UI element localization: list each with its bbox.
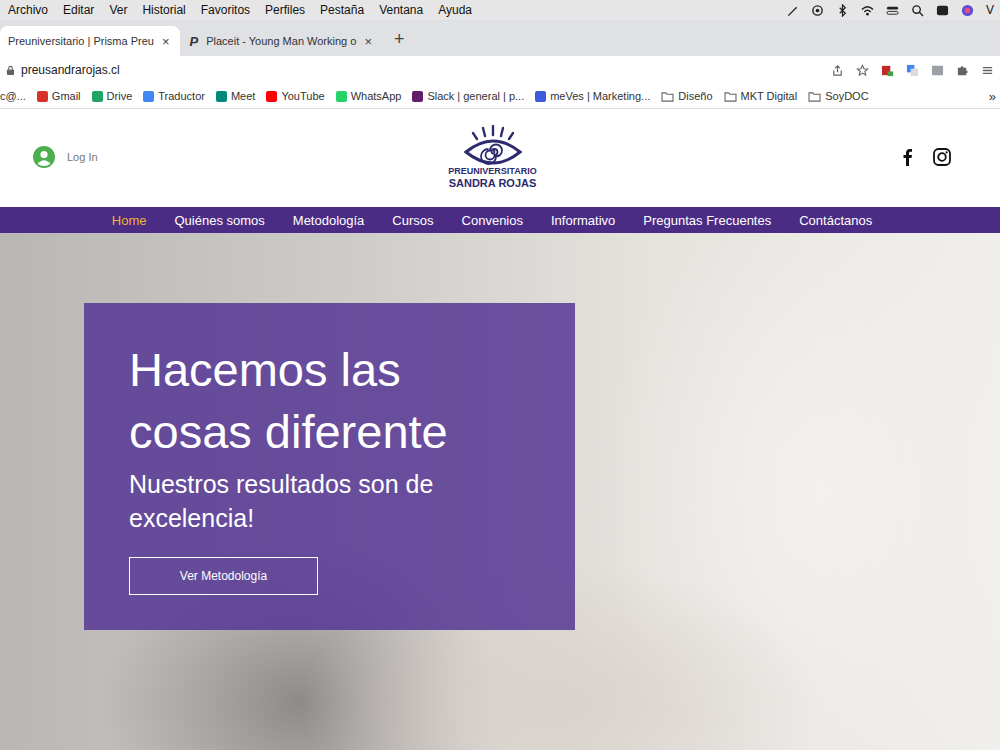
- star-icon[interactable]: [856, 64, 869, 77]
- siri-icon[interactable]: [961, 4, 974, 17]
- bookmark-label: Meet: [231, 90, 255, 102]
- nav-item[interactable]: Contáctanos: [799, 213, 872, 228]
- bookmark[interactable]: YouTube: [266, 90, 324, 102]
- bookmark[interactable]: MKT Digital: [724, 90, 798, 102]
- favicon-icon: [37, 91, 48, 102]
- wifi-icon[interactable]: [861, 4, 874, 17]
- bluetooth-icon[interactable]: [836, 4, 849, 17]
- pen-icon[interactable]: [786, 4, 799, 17]
- extension-icon[interactable]: [881, 64, 894, 77]
- site-nav: Home Quiénes somos Metodología Cursos Conven…: [0, 207, 1000, 233]
- bookmark-label: Slack | general | p...: [427, 90, 524, 102]
- nav-item[interactable]: Home: [112, 213, 147, 228]
- hero-card: Hacemos las cosas diferente Nuestros res…: [84, 303, 575, 630]
- share-icon[interactable]: [831, 64, 844, 77]
- site-header: Log In PREUNIVERSITARIO SANDRA ROJAS: [0, 109, 1000, 207]
- eye-logo-icon: [463, 125, 523, 167]
- code-icon[interactable]: [931, 64, 944, 77]
- menu-user[interactable]: V: [986, 3, 994, 17]
- favicon-icon: [143, 91, 154, 102]
- bookmark-label: WhatsApp: [351, 90, 402, 102]
- bookmark-label: Traductor: [158, 90, 205, 102]
- bookmark-label: meVes | Marketing...: [550, 90, 650, 102]
- toggle-icon[interactable]: [936, 4, 949, 17]
- nav-item[interactable]: Cursos: [392, 213, 433, 228]
- folder-icon: [724, 91, 737, 102]
- hero-subtitle: Nuestros resultados son de excelencia!: [129, 467, 530, 535]
- tab-close-button[interactable]: ×: [162, 34, 170, 49]
- facebook-icon[interactable]: [898, 147, 918, 167]
- bookmark[interactable]: Meet: [216, 90, 255, 102]
- folder-icon: [661, 91, 674, 102]
- bookmark[interactable]: Traductor: [143, 90, 205, 102]
- screen: Archivo Editar Ver Historial Favoritos Perfil…: [0, 0, 1000, 750]
- site-logo[interactable]: PREUNIVERSITARIO SANDRA ROJAS: [448, 125, 536, 189]
- cloud-icon[interactable]: [811, 4, 824, 17]
- tab-label: Preuniversitario | Prisma Preu: [8, 35, 154, 47]
- nav-item[interactable]: Convenios: [462, 213, 523, 228]
- search-icon[interactable]: [911, 4, 924, 17]
- browser-tab[interactable]: Preuniversitario | Prisma Preu ×: [0, 26, 180, 56]
- bookmark[interactable]: Gmail: [37, 90, 81, 102]
- bookmark-label: SoyDOC: [825, 90, 868, 102]
- hero-photo: Hacemos las cosas diferente Nuestros res…: [0, 233, 1000, 750]
- menu-item[interactable]: Favoritos: [201, 3, 250, 17]
- bookmarks-bar: c@... Gmail Drive Traductor Meet YouTube…: [0, 84, 1000, 109]
- tab-label: Placeit - Young Man Working o: [206, 35, 356, 47]
- favicon-icon: [216, 91, 227, 102]
- bookmark-label: Gmail: [52, 90, 81, 102]
- menu-item[interactable]: Archivo: [8, 3, 48, 17]
- bookmark-label: Drive: [107, 90, 133, 102]
- bookmark-label: c@...: [0, 90, 26, 102]
- bookmark[interactable]: Diseño: [661, 90, 712, 102]
- bookmark[interactable]: Slack | general | p...: [412, 90, 524, 102]
- instagram-icon[interactable]: [932, 147, 952, 167]
- bookmark[interactable]: SoyDOC: [808, 90, 868, 102]
- user-icon: [33, 146, 55, 168]
- favicon-icon: P: [190, 34, 199, 49]
- nav-item[interactable]: Informativo: [551, 213, 615, 228]
- bookmarks-overflow-button[interactable]: »: [989, 89, 996, 104]
- browser-tab[interactable]: P Placeit - Young Man Working o ×: [182, 26, 382, 56]
- bookmark[interactable]: Drive: [92, 90, 133, 102]
- menu-item[interactable]: Editar: [63, 3, 94, 17]
- address-field[interactable]: preusandrarojas.cl: [21, 63, 825, 77]
- menu-item[interactable]: Perfiles: [265, 3, 305, 17]
- favicon-icon: [535, 91, 546, 102]
- tab-strip: Preuniversitario | Prisma Preu ×P Placei…: [0, 20, 1000, 56]
- menu-item[interactable]: Ver: [109, 3, 127, 17]
- tab-close-button[interactable]: ×: [364, 34, 372, 49]
- bookmark-label: MKT Digital: [741, 90, 798, 102]
- bookmark[interactable]: WhatsApp: [336, 90, 402, 102]
- address-toolbar: preusandrarojas.cl: [0, 56, 1000, 84]
- menu-item[interactable]: Ventana: [379, 3, 423, 17]
- favicon-icon: [336, 91, 347, 102]
- hero-title: Hacemos las cosas diferente: [129, 339, 530, 463]
- favicon-icon: [266, 91, 277, 102]
- control-center-icon[interactable]: [886, 4, 899, 17]
- web-page: Log In PREUNIVERSITARIO SANDRA ROJAS Hom…: [0, 109, 1000, 750]
- menu-item[interactable]: Historial: [142, 3, 185, 17]
- puzzle-icon[interactable]: [956, 64, 969, 77]
- folder-icon: [808, 91, 821, 102]
- menu-item[interactable]: Pestaña: [320, 3, 364, 17]
- menu-icon[interactable]: [981, 64, 994, 77]
- bookmark[interactable]: meVes | Marketing...: [535, 90, 650, 102]
- bookmark-label: YouTube: [281, 90, 324, 102]
- nav-item[interactable]: Metodología: [293, 213, 365, 228]
- methodology-button[interactable]: Ver Metodología: [129, 557, 318, 595]
- nav-item[interactable]: Preguntas Frecuentes: [643, 213, 771, 228]
- new-tab-button[interactable]: +: [384, 29, 415, 56]
- bookmark[interactable]: c@...: [0, 90, 26, 102]
- nav-item[interactable]: Quiénes somos: [174, 213, 264, 228]
- favicon-icon: [412, 91, 423, 102]
- menu-item[interactable]: Ayuda: [438, 3, 472, 17]
- lock-icon[interactable]: [6, 65, 15, 76]
- menu-bar: Archivo Editar Ver Historial Favoritos Perfil…: [0, 0, 1000, 20]
- translate-icon[interactable]: [906, 64, 919, 77]
- login-button[interactable]: Log In: [33, 146, 448, 168]
- favicon-icon: [92, 91, 103, 102]
- bookmark-label: Diseño: [678, 90, 712, 102]
